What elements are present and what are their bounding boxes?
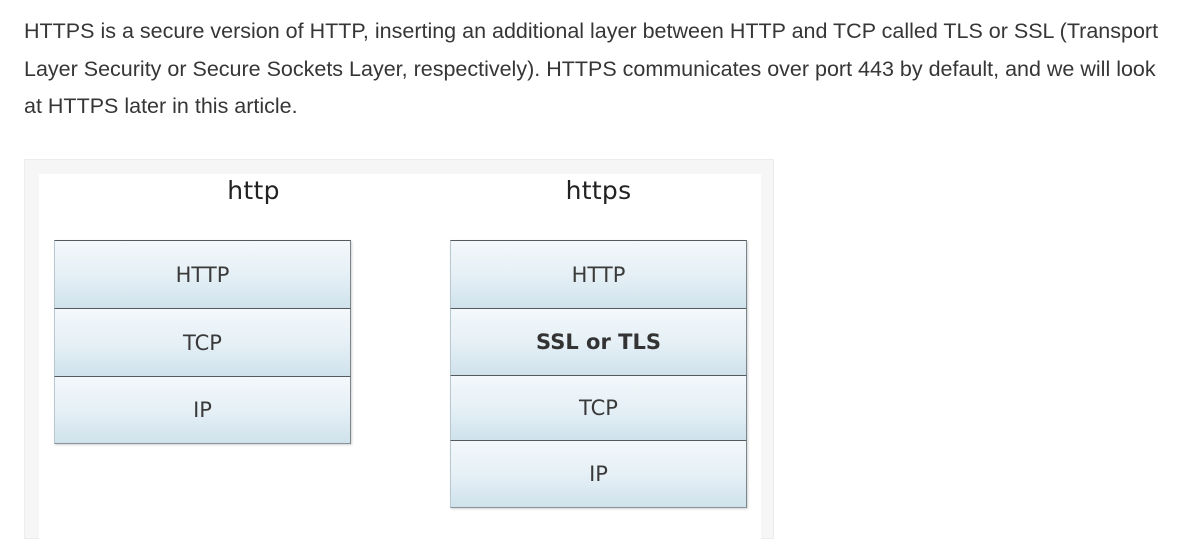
- figure-canvas: http HTTP TCP IP https HTTP SSL or TLS T…: [39, 174, 761, 554]
- https-stack-layer-ip: IP: [450, 440, 747, 508]
- https-stack: HTTP SSL or TLS TCP IP: [450, 240, 747, 508]
- http-stack-title: http: [227, 176, 280, 205]
- https-stack-layer-ssl-tls: SSL or TLS: [450, 308, 747, 375]
- https-stack-layer-tcp: TCP: [450, 375, 747, 440]
- protocol-stack-figure: http HTTP TCP IP https HTTP SSL or TLS T…: [24, 159, 774, 554]
- http-stack: HTTP TCP IP: [54, 240, 351, 444]
- http-stack-layer-tcp: TCP: [54, 308, 351, 376]
- article-paragraph: HTTPS is a secure version of HTTP, inser…: [24, 19, 1159, 118]
- http-stack-layer-ip: IP: [54, 376, 351, 444]
- https-stack-layer-http: HTTP: [450, 240, 747, 308]
- http-stack-layer-http: HTTP: [54, 240, 351, 308]
- https-stack-title: https: [565, 176, 632, 205]
